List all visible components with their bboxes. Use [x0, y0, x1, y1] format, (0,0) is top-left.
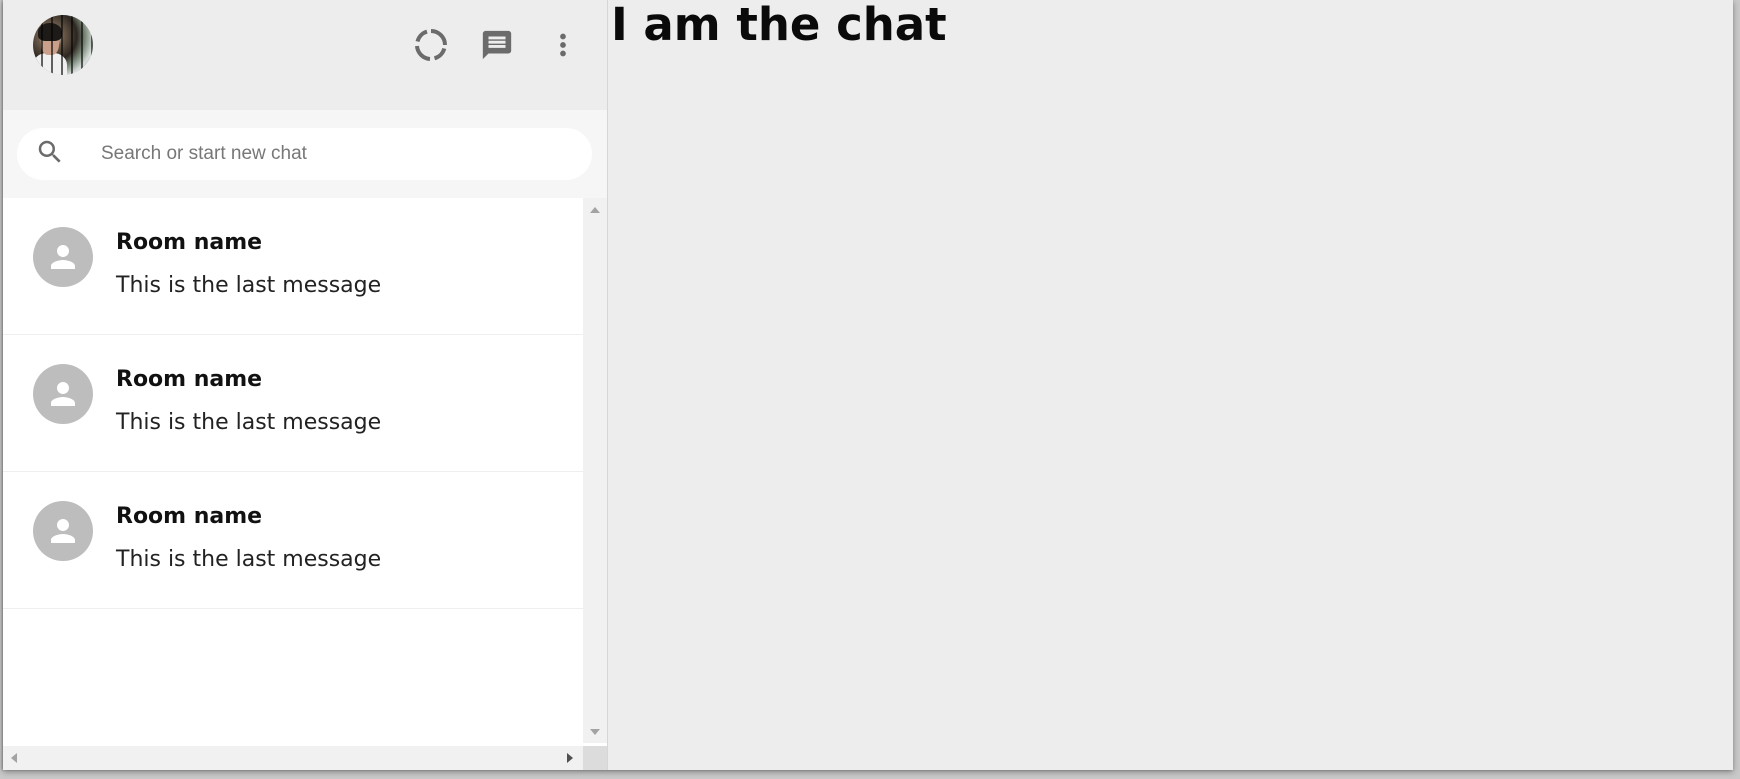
last-message: This is the last message — [116, 273, 382, 298]
last-message: This is the last message — [116, 410, 382, 435]
chat-list-item[interactable]: Room name This is the last message — [3, 472, 583, 609]
horizontal-scrollbar[interactable] — [3, 746, 583, 770]
scrollbar-corner — [583, 746, 607, 770]
user-avatar[interactable] — [33, 15, 93, 75]
room-name: Room name — [116, 230, 263, 255]
chat-list-area: Room name This is the last message Room … — [3, 198, 607, 770]
app-window: Room name This is the last message Room … — [3, 0, 1733, 770]
person-icon — [51, 245, 75, 269]
status-icon[interactable] — [413, 27, 449, 63]
more-vert-icon[interactable] — [545, 27, 581, 63]
scroll-up-icon[interactable] — [590, 207, 600, 213]
search-container — [3, 110, 607, 198]
chat-panel: I am the chat — [608, 0, 1733, 770]
search-input[interactable] — [99, 142, 563, 166]
room-avatar — [33, 227, 93, 287]
scroll-down-icon[interactable] — [590, 729, 600, 735]
person-icon — [51, 519, 75, 543]
sidebar: Room name This is the last message Room … — [3, 0, 608, 770]
person-icon — [51, 382, 75, 406]
chat-title: I am the chat — [611, 0, 947, 51]
room-avatar — [33, 501, 93, 561]
chat-list-item[interactable]: Room name This is the last message — [3, 198, 583, 335]
search-box[interactable] — [17, 128, 592, 180]
room-name: Room name — [116, 504, 263, 529]
header-actions — [413, 27, 581, 63]
room-avatar — [33, 364, 93, 424]
scroll-left-icon[interactable] — [11, 753, 17, 763]
search-icon — [35, 137, 65, 171]
scroll-right-icon[interactable] — [567, 753, 573, 763]
vertical-scrollbar[interactable] — [583, 198, 607, 743]
chat-list: Room name This is the last message Room … — [3, 198, 583, 743]
last-message: This is the last message — [116, 547, 382, 572]
sidebar-header — [3, 0, 607, 111]
chat-list-item[interactable]: Room name This is the last message — [3, 335, 583, 472]
new-chat-icon[interactable] — [479, 27, 515, 63]
room-name: Room name — [116, 367, 263, 392]
